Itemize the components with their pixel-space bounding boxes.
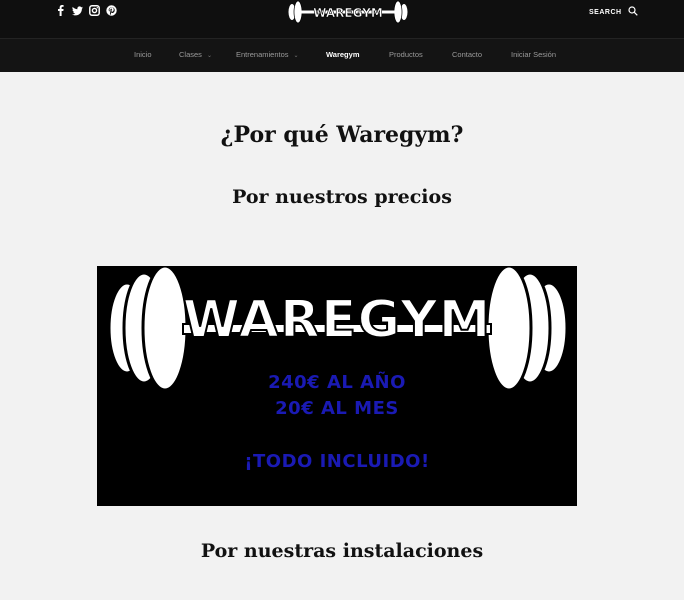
chevron-down-icon: ⌄ — [206, 53, 212, 59]
chevron-down-icon: ⌄ — [293, 53, 299, 59]
nav-item-entrenamientos[interactable]: Entrenamientos ⌄ — [236, 50, 299, 59]
page-title: ¿Por qué Waregym? — [220, 122, 464, 148]
top-bar: WAREGYM SEARCH — [0, 0, 684, 38]
promo-price-month: 20€ AL MES — [275, 398, 399, 419]
search-button[interactable]: SEARCH — [589, 6, 638, 18]
nav-item-waregym[interactable]: Waregym — [326, 50, 359, 59]
site-logo[interactable]: WAREGYM — [283, 0, 413, 26]
instagram-icon[interactable] — [89, 4, 100, 17]
promo-banner-image: WAREGYM 240€ AL AÑO 20€ AL MES ¡TODO INC… — [97, 266, 577, 506]
search-label: SEARCH — [589, 8, 622, 16]
nav-item-inicio[interactable]: Inicio — [134, 50, 152, 59]
nav-item-clases[interactable]: Clases ⌄ — [179, 50, 212, 59]
promo-all-included: ¡TODO INCLUIDO! — [244, 451, 430, 472]
nav-item-iniciar-sesion[interactable]: Iniciar Sesión — [511, 50, 556, 59]
nav-item-productos[interactable]: Productos — [389, 50, 423, 59]
section-heading-prices: Por nuestros precios — [232, 186, 452, 208]
social-links — [55, 4, 117, 17]
promo-brand: WAREGYM — [182, 289, 492, 351]
promo-price-year: 240€ AL AÑO — [268, 372, 406, 393]
facebook-icon[interactable] — [55, 4, 66, 17]
pinterest-icon[interactable] — [106, 4, 117, 17]
search-icon — [627, 6, 638, 18]
main-nav: Inicio Clases ⌄ Entrenamientos ⌄ Waregym P… — [0, 38, 684, 72]
logo-text: WAREGYM — [313, 6, 383, 20]
nav-item-contacto[interactable]: Contacto — [452, 50, 482, 59]
section-heading-facilities: Por nuestras instalaciones — [200, 540, 484, 562]
twitter-icon[interactable] — [72, 4, 83, 17]
